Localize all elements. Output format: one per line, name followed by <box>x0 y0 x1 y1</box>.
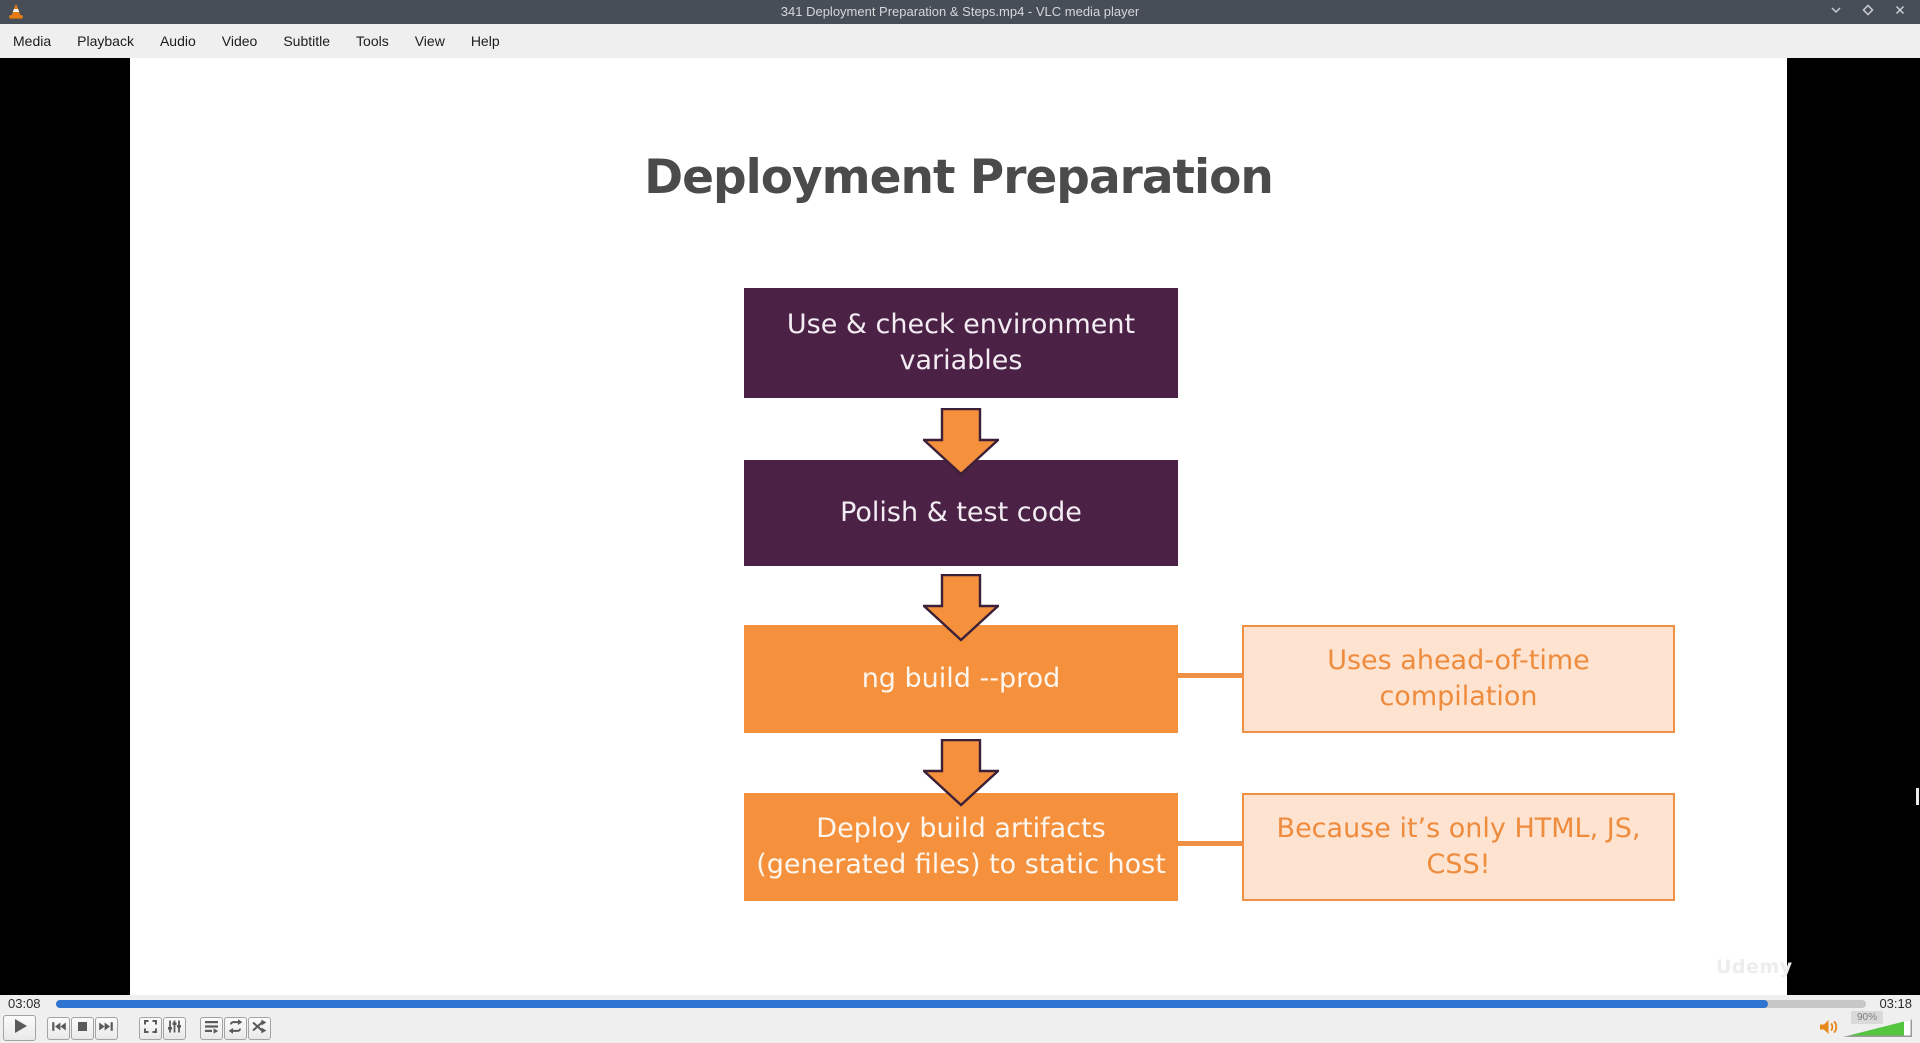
time-total: 03:18 <box>1879 996 1912 1011</box>
text-cursor-artifact <box>1916 788 1919 805</box>
extended-settings-button[interactable] <box>163 1017 186 1040</box>
minimize-icon <box>1829 3 1843 22</box>
slide-title: Deployment Preparation <box>644 150 1274 205</box>
previous-icon <box>50 1018 67 1040</box>
extended-settings-icon <box>166 1018 183 1040</box>
loop-icon <box>227 1018 244 1040</box>
menu-item-tools[interactable]: Tools <box>343 24 402 58</box>
down-block-arrow-icon <box>920 738 1002 807</box>
flow-box-deploy-artifacts: Deploy build artifacts (generated files)… <box>744 793 1178 901</box>
udemy-watermark: Udemy <box>1716 956 1793 978</box>
previous-button[interactable] <box>47 1017 70 1040</box>
menu-item-subtitle[interactable]: Subtitle <box>270 24 343 58</box>
controls-bar: 03:08 03:18 90% <box>0 995 1920 1043</box>
stop-button[interactable] <box>71 1017 94 1040</box>
window-title: 341 Deployment Preparation & Steps.mp4 -… <box>780 4 1140 19</box>
maximize-button[interactable] <box>1860 3 1876 22</box>
next-icon <box>98 1018 115 1040</box>
slide-content: Deployment Preparation Use & check envir… <box>130 58 1792 995</box>
stop-icon <box>74 1018 91 1040</box>
callout-connector-line <box>1178 841 1242 846</box>
maximize-icon <box>1861 3 1875 22</box>
seek-bar[interactable] <box>56 1000 1866 1008</box>
fullscreen-icon <box>142 1018 159 1040</box>
down-block-arrow-icon <box>920 573 1002 642</box>
playlist-icon <box>203 1018 220 1040</box>
random-button[interactable] <box>248 1017 271 1040</box>
menu-item-audio[interactable]: Audio <box>147 24 209 58</box>
play-icon <box>10 1016 30 1041</box>
menu-item-help[interactable]: Help <box>458 24 513 58</box>
time-elapsed: 03:08 <box>8 996 41 1011</box>
callout-aot-compilation: Uses ahead-of-time compilation <box>1242 625 1675 733</box>
down-block-arrow-icon <box>920 407 1002 476</box>
next-button[interactable] <box>95 1017 118 1040</box>
menubar: Media Playback Audio Video Subtitle Tool… <box>0 24 1920 58</box>
close-icon <box>1893 3 1907 22</box>
random-icon <box>251 1018 268 1040</box>
loop-button[interactable] <box>224 1017 247 1040</box>
close-button[interactable] <box>1892 4 1908 20</box>
fullscreen-button[interactable] <box>139 1017 162 1040</box>
menu-item-media[interactable]: Media <box>6 24 64 58</box>
window-controls <box>1828 0 1908 24</box>
playlist-button[interactable] <box>200 1017 223 1040</box>
titlebar: 341 Deployment Preparation & Steps.mp4 -… <box>0 0 1920 24</box>
volume-percentage-label: 90% <box>1851 1011 1883 1024</box>
menu-item-video[interactable]: Video <box>209 24 271 58</box>
video-canvas[interactable]: Deployment Preparation Use & check envir… <box>0 58 1920 995</box>
seek-fill <box>56 1000 1769 1008</box>
menu-item-view[interactable]: View <box>402 24 458 58</box>
flow-box-environment-variables: Use & check environment variables <box>744 288 1178 398</box>
callout-static-host: Because it’s only HTML, JS, CSS! <box>1242 793 1675 901</box>
menu-item-playback[interactable]: Playback <box>64 24 147 58</box>
play-button[interactable] <box>3 1015 36 1041</box>
minimize-button[interactable] <box>1828 4 1844 20</box>
callout-connector-line <box>1178 673 1242 678</box>
volume-icon[interactable] <box>1818 1018 1840 1041</box>
